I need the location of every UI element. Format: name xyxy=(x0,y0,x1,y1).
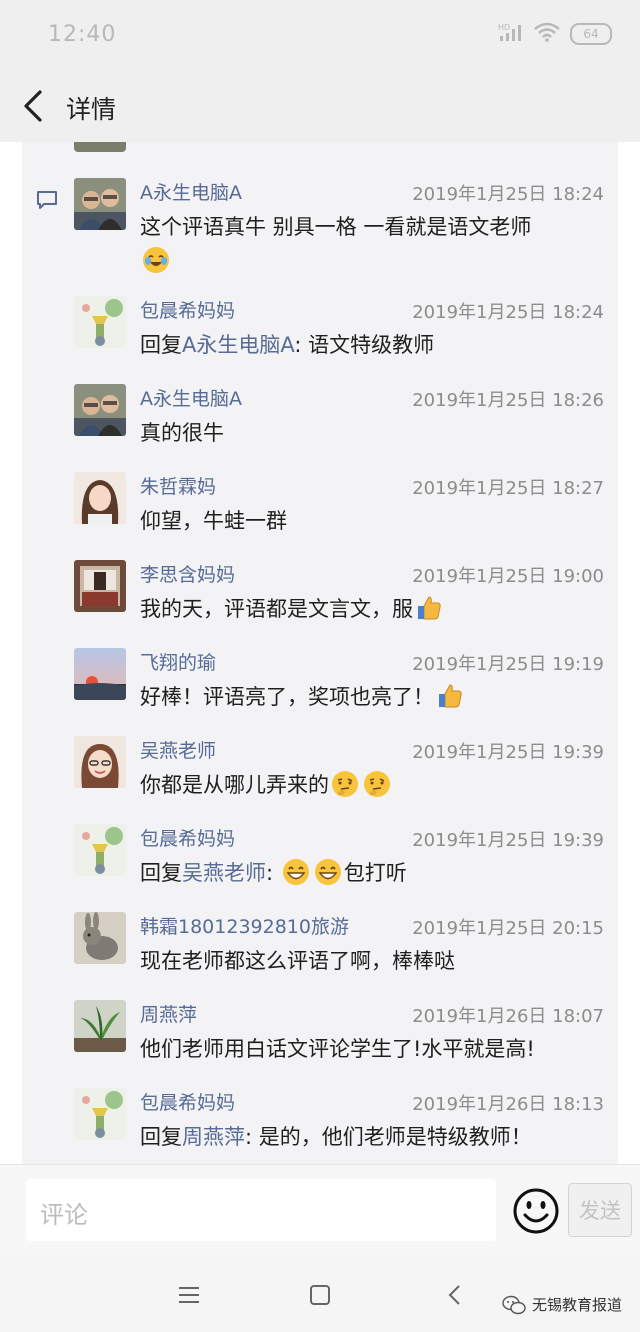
comment-time: 2019年1月25日 19:39 xyxy=(412,742,604,763)
comment-input-bar: 评论 发送 xyxy=(0,1164,640,1257)
avatar[interactable] xyxy=(74,178,126,230)
reply-target-link[interactable]: A永生电脑A xyxy=(182,333,294,357)
comment-time: 2019年1月25日 19:00 xyxy=(412,566,604,587)
comment-author[interactable]: 包晨希妈妈 xyxy=(140,1088,235,1115)
comment-item[interactable]: 包晨希妈妈 2019年1月25日 18:24 回复A永生电脑A: 语文特级教师 xyxy=(74,296,604,366)
nav-bar: 详情 xyxy=(0,72,640,142)
comment-item[interactable]: 包晨希妈妈 2019年1月25日 19:39 回复吴燕老师: 包打听 xyxy=(74,824,604,894)
home-square-icon xyxy=(310,1285,330,1305)
status-icons: HD 64 xyxy=(498,22,612,46)
thinking-emoji-icon xyxy=(332,771,358,797)
comment-text: 这个评语真牛 别具一格 一看就是语文老师 xyxy=(140,210,600,278)
watermark-text: 无锡教育报道 xyxy=(531,1296,622,1314)
comment-time: 2019年1月25日 18:24 xyxy=(412,184,604,205)
comment-time: 2019年1月26日 18:07 xyxy=(412,1006,604,1027)
comment-text: 真的很牛 xyxy=(140,421,224,445)
comment-author[interactable]: 吴燕老师 xyxy=(140,736,216,763)
comment-text: 现在老师都这么评语了啊，棒棒哒 xyxy=(140,949,455,973)
svg-text:HD: HD xyxy=(498,23,510,32)
comment-author[interactable]: 包晨希妈妈 xyxy=(140,824,235,851)
avatar[interactable] xyxy=(74,472,126,524)
comment-text: 好棒！评语亮了，奖项也亮了！ xyxy=(140,680,600,714)
back-button[interactable] xyxy=(18,86,54,126)
reply-target-link[interactable]: 周燕萍 xyxy=(182,1125,245,1149)
avatar[interactable] xyxy=(74,912,126,964)
comment-author[interactable]: A永生电脑A xyxy=(140,384,242,411)
avatar[interactable] xyxy=(74,560,126,612)
comment-text: 他们老师用白话文评论学生了!水平就是高! xyxy=(140,1037,535,1061)
system-nav-bar: 无锡教育报道 xyxy=(0,1256,640,1332)
comment-author[interactable]: 包晨希妈妈 xyxy=(140,296,235,323)
comment-author[interactable]: 飞翔的瑜 xyxy=(140,648,216,675)
menu-icon xyxy=(179,1287,199,1303)
wifi-icon xyxy=(534,22,560,46)
avatar[interactable] xyxy=(74,648,126,700)
system-back-button[interactable] xyxy=(440,1280,470,1310)
comment-time: 2019年1月25日 20:15 xyxy=(412,918,604,939)
comment-time: 2019年1月25日 19:39 xyxy=(412,830,604,851)
comment-time: 2019年1月25日 19:19 xyxy=(412,654,604,675)
avatar[interactable] xyxy=(74,1088,126,1140)
comment-author[interactable]: 韩霜18012392810旅游 xyxy=(140,912,349,939)
avatar[interactable] xyxy=(74,296,126,348)
comment-text: 我的天，评语都是文言文，服 xyxy=(140,592,600,626)
comment-item[interactable]: 飞翔的瑜 2019年1月25日 19:19 好棒！评语亮了，奖项也亮了！ xyxy=(74,648,604,718)
smiley-icon xyxy=(513,1188,559,1234)
comment-item[interactable]: 周燕萍 2019年1月26日 18:07 他们老师用白话文评论学生了!水平就是高… xyxy=(74,1000,604,1070)
comment-time: 2019年1月25日 18:26 xyxy=(412,390,604,411)
reply-target-link[interactable]: 吴燕老师 xyxy=(182,861,266,885)
wechat-logo-icon xyxy=(502,1295,526,1314)
comment-item[interactable]: A永生电脑A 2019年1月25日 18:24 这个评语真牛 别具一格 一看就是… xyxy=(74,178,604,278)
comment-icon xyxy=(36,190,58,214)
watermark: 无锡教育报道 xyxy=(502,1294,622,1315)
comment-text: 你都是从哪儿弄来的 xyxy=(140,768,600,802)
battery-icon: 64 xyxy=(570,23,612,45)
thinking-emoji-icon xyxy=(364,771,390,797)
avatar[interactable] xyxy=(74,384,126,436)
comment-author[interactable]: 李思含妈妈 xyxy=(140,560,235,587)
grin-emoji-icon xyxy=(314,859,341,885)
back-arrow-icon xyxy=(24,90,42,122)
comment-time: 2019年1月25日 18:27 xyxy=(412,478,604,499)
comment-text: 回复A永生电脑A: 语文特级教师 xyxy=(140,333,435,357)
thumbs-up-emoji-icon xyxy=(418,596,441,620)
menu-button[interactable] xyxy=(174,1280,204,1310)
send-button[interactable]: 发送 xyxy=(568,1183,632,1237)
previous-image-edge xyxy=(74,142,126,152)
content-area[interactable]: A永生电脑A 2019年1月25日 18:24 这个评语真牛 别具一格 一看就是… xyxy=(0,142,640,1164)
comment-author[interactable]: A永生电脑A xyxy=(140,178,242,205)
comment-author[interactable]: 朱哲霖妈 xyxy=(140,472,216,499)
back-triangle-icon xyxy=(448,1285,460,1305)
comment-item[interactable]: 朱哲霖妈 2019年1月25日 18:27 仰望，牛蛙一群 xyxy=(74,472,604,542)
comment-author[interactable]: 周燕萍 xyxy=(140,1000,197,1027)
comment-input[interactable]: 评论 xyxy=(26,1179,496,1241)
emoji-button[interactable] xyxy=(512,1187,560,1235)
comment-item[interactable]: 韩霜18012392810旅游 2019年1月25日 20:15 现在老师都这么… xyxy=(74,912,604,982)
comment-time: 2019年1月26日 18:13 xyxy=(412,1094,604,1115)
comment-item[interactable]: A永生电脑A 2019年1月25日 18:26 真的很牛 xyxy=(74,384,604,454)
grin-emoji-icon xyxy=(282,859,309,885)
comment-text: 回复吴燕老师: 包打听 xyxy=(140,856,600,890)
status-time: 12:40 xyxy=(48,22,117,47)
comment-text: 仰望，牛蛙一群 xyxy=(140,509,287,533)
page-title: 详情 xyxy=(66,95,117,124)
laugh-cry-emoji-icon xyxy=(143,247,169,273)
comment-text: 回复周燕萍: 是的，他们老师是特级教师！ xyxy=(140,1125,532,1149)
avatar[interactable] xyxy=(74,824,126,876)
thumbs-up-emoji-icon xyxy=(439,684,462,708)
comment-time: 2019年1月25日 18:24 xyxy=(412,302,604,323)
avatar[interactable] xyxy=(74,1000,126,1052)
signal-icon: HD xyxy=(498,22,524,46)
comment-item[interactable]: 吴燕老师 2019年1月25日 19:39 你都是从哪儿弄来的 xyxy=(74,736,604,806)
avatar[interactable] xyxy=(74,736,126,788)
comment-item[interactable]: 李思含妈妈 2019年1月25日 19:00 我的天，评语都是文言文，服 xyxy=(74,560,604,630)
comment-input-placeholder: 评论 xyxy=(40,1201,88,1229)
comment-item[interactable]: 包晨希妈妈 2019年1月26日 18:13 回复周燕萍: 是的，他们老师是特级… xyxy=(74,1088,604,1158)
home-button[interactable] xyxy=(305,1280,335,1310)
status-bar: 12:40 HD 64 xyxy=(0,0,640,72)
comment-panel: A永生电脑A 2019年1月25日 18:24 这个评语真牛 别具一格 一看就是… xyxy=(22,142,618,1164)
